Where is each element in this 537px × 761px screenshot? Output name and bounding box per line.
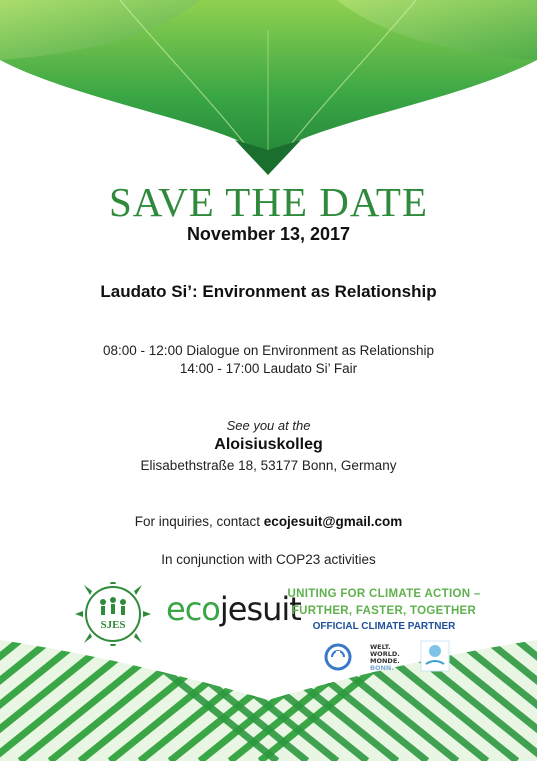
welt-line4: BONN. bbox=[370, 664, 394, 672]
conjunction-text: In conjunction with COP23 activities bbox=[161, 552, 376, 567]
ecojesuit-logo-eco: eco bbox=[166, 590, 221, 628]
schedule-item-morning: 08:00 - 12:00 Dialogue on Environment as… bbox=[103, 343, 434, 358]
inquiry-line: For inquiries, contact ecojesuit@gmail.c… bbox=[0, 514, 537, 529]
sjes-logo-text: SJES bbox=[100, 619, 125, 631]
inquiry-prefix: For inquiries, contact bbox=[134, 514, 264, 529]
event-title: Laudato Si’: Environment as Relationship bbox=[100, 282, 437, 301]
see-you-text: See you at the bbox=[226, 418, 311, 433]
event-date: November 13, 2017 bbox=[186, 224, 351, 244]
official-partner-label: OFFICIAL CLIMATE PARTNER bbox=[312, 621, 456, 632]
cop23-badge-icon bbox=[420, 640, 450, 672]
contact-email-link[interactable]: ecojesuit@gmail.com bbox=[264, 514, 402, 529]
venue-name: Aloisiuskolleg bbox=[214, 436, 323, 453]
welt-world-monde-bonn-logo: WELT. WORLD. MONDE. BONN. bbox=[370, 644, 400, 672]
sjes-logo: SJES bbox=[75, 582, 151, 646]
cop23-partner-block: UNITING FOR CLIMATE ACTION – FURTHER, FA… bbox=[284, 586, 484, 632]
partner-logos: WELT. WORLD. MONDE. BONN. bbox=[316, 640, 456, 674]
save-the-date-title: SAVE THE DATE bbox=[109, 179, 428, 225]
ecojesuit-logo: ecojesuit bbox=[166, 590, 302, 628]
un-climate-icon bbox=[324, 643, 352, 671]
cop-slogan-line1: UNITING FOR CLIMATE ACTION – bbox=[287, 588, 481, 600]
schedule-item-afternoon: 14:00 - 17:00 Laudato Si’ Fair bbox=[179, 361, 358, 376]
cop-slogan-line2: FURTHER, FASTER, TOGETHER bbox=[291, 605, 477, 617]
venue-address: Elisabethstraße 18, 53177 Bonn, Germany bbox=[140, 458, 397, 473]
